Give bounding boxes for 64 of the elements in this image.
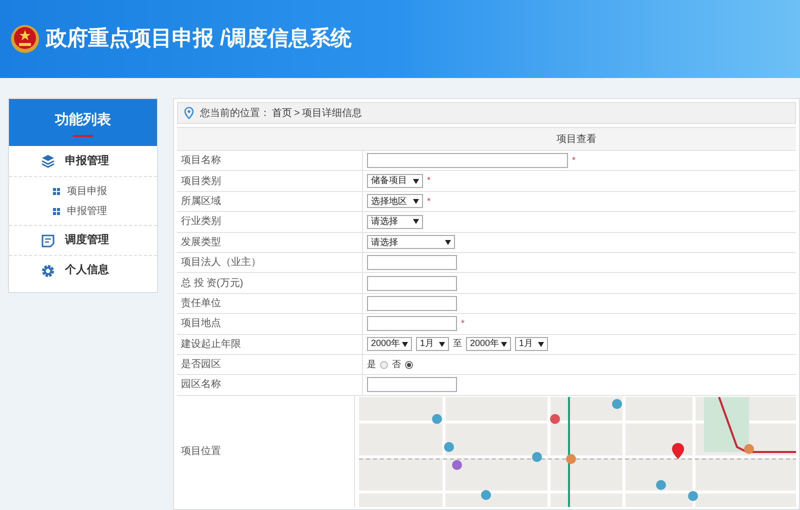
sidebar-item[interactable]: 调度管理 bbox=[9, 225, 157, 255]
input-field[interactable] bbox=[367, 316, 457, 332]
required-mark: * bbox=[427, 174, 431, 188]
input-field[interactable] bbox=[367, 255, 457, 270]
caret-icon bbox=[501, 342, 507, 347]
input-field[interactable] bbox=[367, 153, 568, 168]
required-mark: * bbox=[461, 317, 465, 330]
submenu-item[interactable]: 申报管理 bbox=[9, 201, 157, 221]
radio-label: 是 bbox=[367, 358, 376, 371]
caret-icon bbox=[402, 342, 408, 347]
breadcrumb-link[interactable]: 首页 bbox=[272, 106, 292, 120]
caret-icon bbox=[439, 342, 445, 347]
form-title: 项目查看 bbox=[556, 132, 596, 146]
field-label: 园区名称 bbox=[181, 378, 221, 392]
caret-icon bbox=[413, 178, 419, 184]
field-label: 所属区域 bbox=[181, 194, 221, 209]
sidebar-title: 功能列表 bbox=[55, 110, 111, 128]
field-label: 项目类别 bbox=[181, 174, 221, 189]
range-separator: 至 bbox=[453, 337, 462, 350]
select-field[interactable]: 请选择 bbox=[367, 214, 423, 229]
select-field[interactable]: 选择地区 bbox=[367, 194, 423, 208]
layers-icon bbox=[41, 154, 55, 168]
caret-icon bbox=[413, 219, 419, 224]
caret-icon bbox=[413, 198, 419, 204]
input-field[interactable] bbox=[367, 377, 457, 392]
field-label: 行业类别 bbox=[181, 214, 221, 230]
radio-button[interactable] bbox=[380, 360, 388, 369]
field-label: 项目地点 bbox=[181, 316, 221, 332]
field-label: 责任单位 bbox=[181, 296, 221, 311]
note-icon bbox=[41, 234, 55, 248]
caret-icon bbox=[445, 240, 451, 245]
input-field[interactable] bbox=[367, 276, 457, 291]
field-label: 总 投 资(万元) bbox=[181, 276, 244, 291]
settings-icon bbox=[41, 264, 55, 278]
field-label: 项目名称 bbox=[181, 154, 221, 168]
field-label: 是否园区 bbox=[181, 358, 221, 372]
caret-icon bbox=[538, 342, 544, 347]
radio-button[interactable] bbox=[405, 360, 413, 369]
page-title: 政府重点项目申报 /调度信息系统 bbox=[46, 26, 352, 52]
field-label: 发展类型 bbox=[181, 236, 221, 250]
select-field[interactable]: 1月 bbox=[416, 337, 449, 352]
grid-icon bbox=[53, 208, 60, 214]
breadcrumb-separator: > bbox=[294, 106, 300, 120]
sidebar-item[interactable]: 申报管理 bbox=[9, 146, 157, 176]
breadcrumb-label: 您当前的位置： bbox=[200, 106, 270, 120]
emblem-icon bbox=[10, 24, 40, 54]
field-label: 项目位置 bbox=[181, 444, 221, 459]
submenu-item[interactable]: 项目申报 bbox=[9, 181, 157, 201]
sidebar-item[interactable]: 个人信息 bbox=[9, 255, 157, 285]
grid-icon bbox=[53, 188, 60, 194]
location-pin-icon bbox=[184, 107, 194, 119]
input-field[interactable] bbox=[367, 296, 457, 311]
select-field[interactable]: 1月 bbox=[515, 337, 548, 352]
select-field[interactable]: 2000年 bbox=[466, 337, 511, 352]
select-field[interactable]: 请选择 bbox=[367, 235, 455, 250]
required-mark: * bbox=[572, 154, 576, 167]
breadcrumb-current: 项目详细信息 bbox=[302, 106, 362, 120]
field-label: 项目法人（业主） bbox=[181, 256, 261, 270]
radio-label: 否 bbox=[392, 358, 401, 371]
title-underline bbox=[73, 134, 93, 136]
required-mark: * bbox=[427, 194, 431, 208]
field-label: 建设起止年限 bbox=[181, 338, 241, 352]
select-field[interactable]: 储备项目 bbox=[367, 174, 423, 188]
select-field[interactable]: 2000年 bbox=[367, 337, 412, 352]
